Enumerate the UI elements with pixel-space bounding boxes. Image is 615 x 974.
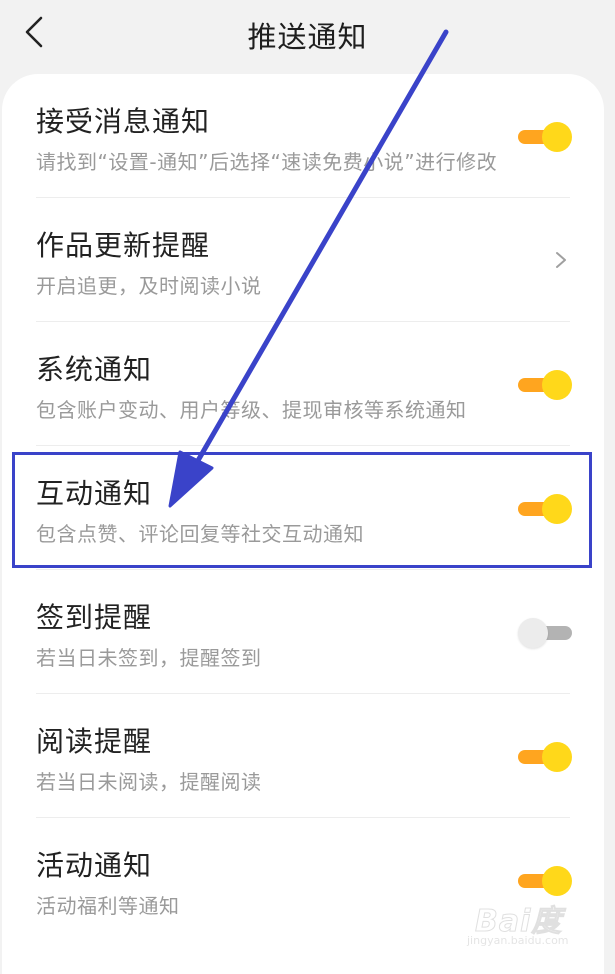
setting-row-work-update[interactable]: 作品更新提醒 开启追更，及时阅读小说 xyxy=(2,198,604,322)
toggle-knob xyxy=(542,370,572,400)
interaction-notification-toggle[interactable] xyxy=(518,494,572,524)
setting-title: 作品更新提醒 xyxy=(36,229,211,262)
setting-description: 请找到“设置-通知”后选择“速读免费小说”进行修改 xyxy=(36,150,498,174)
setting-description: 若当日未签到，提醒签到 xyxy=(36,646,262,670)
navigation-bar: 推送通知 xyxy=(0,0,615,72)
toggle-knob xyxy=(542,742,572,772)
watermark-url: jingyan.baidu.com xyxy=(467,934,569,947)
setting-description: 活动福利等通知 xyxy=(36,894,180,918)
setting-title: 接受消息通知 xyxy=(36,105,211,138)
setting-title: 活动通知 xyxy=(36,849,153,882)
chevron-right-icon xyxy=(556,252,566,268)
reading-reminder-toggle[interactable] xyxy=(518,742,572,772)
system-notification-toggle[interactable] xyxy=(518,370,572,400)
toggle-knob xyxy=(542,866,572,896)
setting-title: 阅读提醒 xyxy=(36,725,153,758)
setting-title: 系统通知 xyxy=(36,353,153,386)
page-title: 推送通知 xyxy=(247,20,368,54)
setting-description: 包含点赞、评论回复等社交互动通知 xyxy=(36,522,364,546)
settings-card: 接受消息通知 请找到“设置-通知”后选择“速读免费小说”进行修改 作品更新提醒 … xyxy=(2,74,604,974)
setting-title: 签到提醒 xyxy=(36,601,153,634)
accept-messages-toggle[interactable] xyxy=(518,122,572,152)
activity-notification-toggle[interactable] xyxy=(518,866,572,896)
setting-row-accept-messages: 接受消息通知 请找到“设置-通知”后选择“速读免费小说”进行修改 xyxy=(2,74,604,198)
setting-title: 互动通知 xyxy=(36,477,153,510)
setting-row-reading-reminder: 阅读提醒 若当日未阅读，提醒阅读 xyxy=(2,694,604,818)
setting-row-system-notification: 系统通知 包含账户变动、用户等级、提现审核等系统通知 xyxy=(2,322,604,446)
setting-description: 包含账户变动、用户等级、提现审核等系统通知 xyxy=(36,398,467,422)
toggle-knob xyxy=(542,122,572,152)
checkin-reminder-toggle[interactable] xyxy=(518,618,572,648)
setting-row-interaction-notification: 互动通知 包含点赞、评论回复等社交互动通知 xyxy=(2,446,604,570)
setting-row-checkin-reminder: 签到提醒 若当日未签到，提醒签到 xyxy=(2,570,604,694)
setting-description: 若当日未阅读，提醒阅读 xyxy=(36,770,262,794)
watermark-logo: Bai度 jingyan.baidu.com xyxy=(467,894,597,950)
toggle-knob xyxy=(518,618,548,648)
toggle-knob xyxy=(542,494,572,524)
setting-description: 开启追更，及时阅读小说 xyxy=(36,274,262,298)
